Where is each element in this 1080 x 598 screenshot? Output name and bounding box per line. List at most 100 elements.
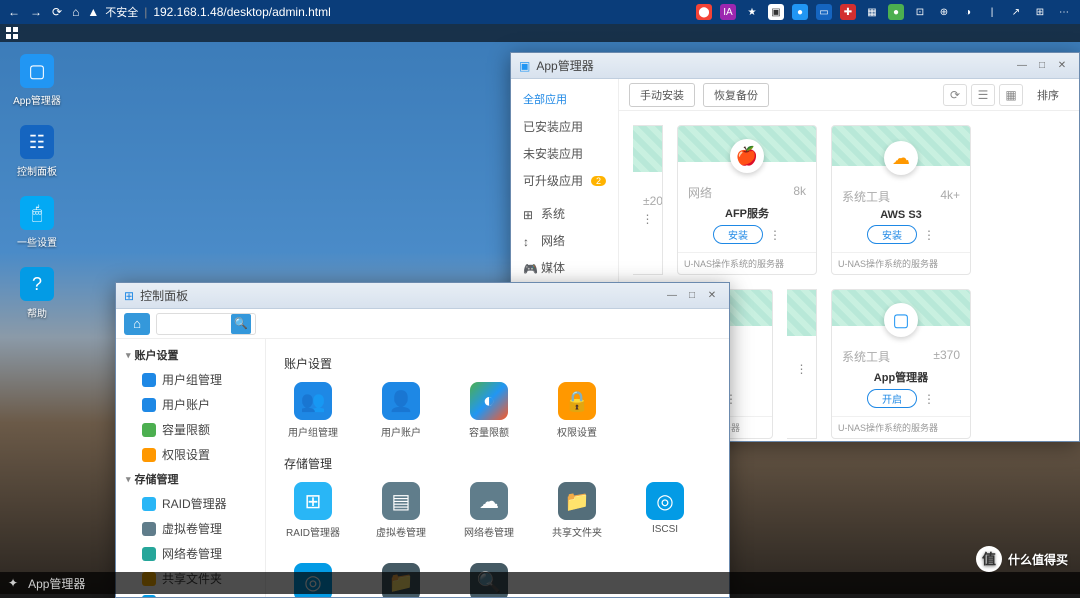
control-panel-item[interactable]: ⊞ RAID管理器 xyxy=(284,482,342,539)
forward-icon[interactable]: → xyxy=(30,5,42,19)
more-icon[interactable]: ⋮ xyxy=(769,228,781,242)
card-header: 🍎 xyxy=(678,126,816,162)
back-icon[interactable]: ← xyxy=(8,5,20,19)
item-label: 虚拟卷管理 xyxy=(162,520,222,537)
sort-button[interactable]: 排序 xyxy=(1027,84,1069,106)
app-icon: ▢ xyxy=(20,54,54,88)
control-panel-item[interactable]: ◎ ISCSI xyxy=(636,482,694,539)
sidebar-item[interactable]: 未安装应用 xyxy=(511,140,618,167)
ext-icon[interactable]: ▣ xyxy=(768,4,784,20)
more-icon[interactable]: ⋮ xyxy=(642,212,654,226)
control-panel-item[interactable]: 🔒 权限设置 xyxy=(548,382,606,439)
icon-label: 控制面板 xyxy=(17,163,57,178)
sidebar-item[interactable]: 虚拟卷管理 xyxy=(116,516,265,541)
sidebar-item[interactable]: 权限设置 xyxy=(116,442,265,467)
ext-icon[interactable]: ◑ xyxy=(960,4,976,20)
search-icon[interactable]: 🔍 xyxy=(231,314,251,334)
app-card[interactable]: ▢ 系统工具±370 App管理器 开启 ⋮ U-NAS操作系统的服务器 xyxy=(831,289,971,439)
ext-icon[interactable]: ▭ xyxy=(816,4,832,20)
app-category: 网络 xyxy=(688,184,712,201)
ext-icon[interactable]: ● xyxy=(888,4,904,20)
manual-install-button[interactable]: 手动安装 xyxy=(629,83,695,107)
category-icon: 🎮 xyxy=(523,262,535,274)
ext-icon[interactable]: ⊕ xyxy=(936,4,952,20)
install-button[interactable]: 安装 xyxy=(713,225,763,244)
url-text[interactable]: 192.168.1.48/desktop/admin.html xyxy=(153,5,330,19)
ext-icon[interactable]: | xyxy=(984,4,1000,20)
ext-icon[interactable]: ⋯ xyxy=(1056,4,1072,20)
watermark: 值 什么值得买 xyxy=(976,546,1068,572)
browser-bar: ← → ⟳ ⌂ ▲ 不安全 | 192.168.1.48/desktop/adm… xyxy=(0,0,1080,24)
sidebar-item[interactable]: 可升级应用 2 xyxy=(511,167,618,194)
app-name: AWS S3 xyxy=(840,209,962,221)
ext-icon[interactable]: ⊡ xyxy=(912,4,928,20)
item-label: 未安装应用 xyxy=(523,145,583,162)
item-label: 共享文件夹 xyxy=(552,524,602,539)
list-view-icon[interactable]: ☰ xyxy=(971,84,995,106)
control-panel-item[interactable]: 📁 共享文件夹 xyxy=(548,482,606,539)
ext-icon[interactable]: IA xyxy=(720,4,736,20)
minimize-icon[interactable]: — xyxy=(663,289,681,303)
sidebar-item[interactable]: 网络卷管理 xyxy=(116,541,265,566)
maximize-icon[interactable]: □ xyxy=(1033,59,1051,73)
item-icon: ▤ xyxy=(382,482,420,520)
item-icon xyxy=(142,497,156,511)
sidebar-category-item[interactable]: 🎮 媒体 xyxy=(511,254,618,281)
more-icon[interactable]: ⋮ xyxy=(923,392,935,406)
control-panel-item[interactable]: ▤ 虚拟卷管理 xyxy=(372,482,430,539)
sidebar-all-apps[interactable]: 全部应用 xyxy=(511,85,618,113)
search-input[interactable]: 🔍 xyxy=(156,313,256,335)
apps-grid-icon[interactable] xyxy=(6,27,18,39)
ext-icon[interactable]: ★ xyxy=(744,4,760,20)
desktop-icon[interactable]: ☷ 控制面板 xyxy=(12,125,62,178)
sidebar-category-item[interactable]: ⊞ 系统 xyxy=(511,200,618,227)
desktop-icon[interactable]: 🖱 一些设置 xyxy=(12,196,62,249)
app-card[interactable]: ☁ 系统工具4k+ AWS S3 安装 ⋮ U-NAS操作系统的服务器 xyxy=(831,125,971,275)
sidebar-item[interactable]: 用户组管理 xyxy=(116,367,265,392)
grid-view-icon[interactable]: ▦ xyxy=(999,84,1023,106)
item-label: 容量限额 xyxy=(469,424,509,439)
close-icon[interactable]: ✕ xyxy=(703,289,721,303)
ext-icon[interactable]: ✚ xyxy=(840,4,856,20)
ext-icon[interactable]: ↗ xyxy=(1008,4,1024,20)
refresh-icon[interactable]: ⟳ xyxy=(943,84,967,106)
install-button[interactable]: 开启 xyxy=(867,389,917,408)
sidebar-item[interactable]: 用户账户 xyxy=(116,392,265,417)
ext-icon[interactable]: ⊞ xyxy=(1032,4,1048,20)
minimize-icon[interactable]: — xyxy=(1013,59,1031,73)
desktop-icon[interactable]: ▢ App管理器 xyxy=(12,54,62,107)
sidebar-category[interactable]: 账户设置 xyxy=(116,343,265,367)
more-icon[interactable]: ⋮ xyxy=(923,228,935,242)
sidebar-category-item[interactable]: ↕ 网络 xyxy=(511,227,618,254)
taskbar-item[interactable]: App管理器 xyxy=(28,575,85,592)
app-category: 系统工具 xyxy=(842,188,890,205)
control-panel-item[interactable]: 👤 用户账户 xyxy=(372,382,430,439)
install-button[interactable]: 安装 xyxy=(867,225,917,244)
control-panel-item[interactable]: 👥 用户组管理 xyxy=(284,382,342,439)
control-panel-item[interactable]: ☁ 网络卷管理 xyxy=(460,482,518,539)
home-button[interactable]: ⌂ xyxy=(124,313,150,335)
ext-icon[interactable]: ⬤ xyxy=(696,4,712,20)
sidebar-category[interactable]: 存储管理 xyxy=(116,467,265,491)
control-panel-item[interactable]: ◐ 容量限额 xyxy=(460,382,518,439)
home-icon[interactable]: ⌂ xyxy=(72,5,79,19)
app-card[interactable]: 🍎 网络8k AFP服务 安装 ⋮ U-NAS操作系统的服务器 xyxy=(677,125,817,275)
item-icon: 👥 xyxy=(294,382,332,420)
item-label: 用户组管理 xyxy=(288,424,338,439)
more-icon[interactable]: ⋮ xyxy=(796,362,808,376)
maximize-icon[interactable]: □ xyxy=(683,289,701,303)
restore-backup-button[interactable]: 恢复备份 xyxy=(703,83,769,107)
sidebar-item[interactable]: 容量限额 xyxy=(116,417,265,442)
sidebar-item[interactable]: RAID管理器 xyxy=(116,491,265,516)
extension-icons: ⬤ IA ★ ▣ ● ▭ ✚ ▦ ● ⊡ ⊕ ◑ | ↗ ⊞ ⋯ xyxy=(696,4,1072,20)
sidebar-item[interactable]: 已安装应用 xyxy=(511,113,618,140)
desktop-icon[interactable]: ? 帮助 xyxy=(12,267,62,320)
start-icon[interactable]: ✦ xyxy=(8,576,18,590)
ext-icon[interactable]: ● xyxy=(792,4,808,20)
window-titlebar[interactable]: ⊞ 控制面板 — □ ✕ xyxy=(116,283,729,309)
reload-icon[interactable]: ⟳ xyxy=(52,5,62,19)
app-card-partial: ±20 ⋮ xyxy=(633,125,663,275)
ext-icon[interactable]: ▦ xyxy=(864,4,880,20)
close-icon[interactable]: ✕ xyxy=(1053,59,1071,73)
window-titlebar[interactable]: ▣ App管理器 — □ ✕ xyxy=(511,53,1079,79)
